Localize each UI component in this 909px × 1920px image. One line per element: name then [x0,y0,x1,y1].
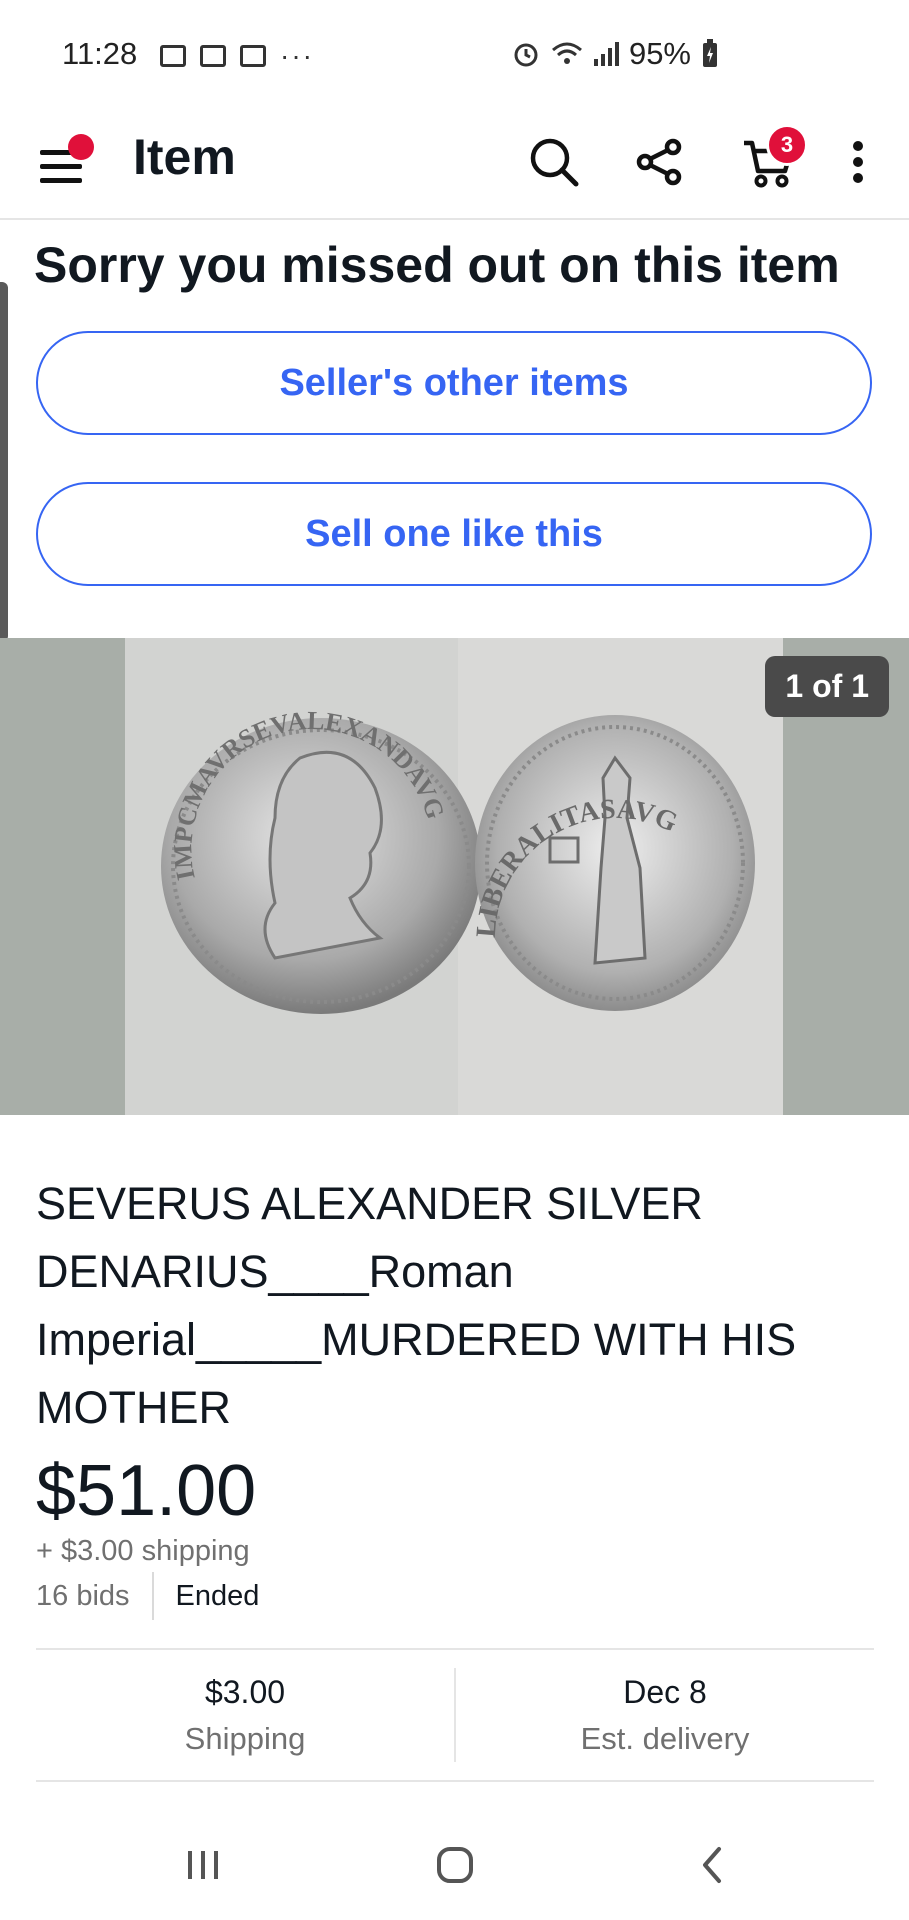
top-app-bar: Item 3 [0,110,909,220]
delivery-cell[interactable]: Dec 8 Est. delivery [456,1650,874,1780]
shipping-label: Shipping [184,1720,306,1756]
item-image-gallery[interactable]: IMPCMAVRSEVALEXANDAVG LIBERALITASAVG 1 o… [0,638,909,1115]
sellers-other-items-button[interactable]: Seller's other items [36,331,872,435]
bids-status-row: 16 bids Ended [36,1572,259,1620]
menu-icon-line [40,178,82,183]
battery-percent: 95% [628,36,691,71]
status-time: 11:28 [62,36,138,71]
gallery-icon [200,45,226,67]
cart-button[interactable]: 3 [736,124,808,194]
overflow-menu-button[interactable] [828,130,888,194]
screen-cast-icon [240,45,266,67]
home-icon [437,1847,473,1883]
alarm-icon [514,43,538,67]
search-icon [530,138,579,187]
edge-panel-handle[interactable] [0,282,8,642]
shipping-cell[interactable]: $3.00 Shipping [36,1650,454,1780]
notification-dot [68,134,94,160]
overflow-menu-icon [853,141,863,183]
coin-photo: IMPCMAVRSEVALEXANDAVG LIBERALITASAVG [125,638,783,1115]
divider [151,1572,154,1620]
share-icon [636,138,682,186]
bid-count[interactable]: 16 bids [36,1580,130,1613]
share-button[interactable] [628,130,692,194]
shipping-cost: + $3.00 shipping [36,1535,250,1567]
menu-icon-line [40,164,82,169]
item-title: SEVERUS ALEXANDER SILVER DENARIUS____Rom… [36,1178,797,1433]
recent-apps-button[interactable] [163,1840,243,1890]
recent-apps-icon [188,1851,218,1879]
mail-icon [160,45,186,67]
shipping-delivery-summary: $3.00 Shipping Dec 8 Est. delivery [36,1648,874,1782]
signal-icon [593,42,619,66]
delivery-value: Dec 8 [623,1673,707,1710]
wifi-icon [551,42,582,64]
battery-charging-icon [703,39,717,67]
more-dots-icon: ··· [280,40,314,71]
status-right-icons: 95% [511,36,719,72]
back-button[interactable] [672,1840,752,1890]
coin-image: IMPCMAVRSEVALEXANDAVG LIBERALITASAVG [125,638,783,1115]
cart-count-badge: 3 [766,124,808,166]
sell-one-like-this-button[interactable]: Sell one like this [36,482,872,586]
menu-button[interactable] [34,132,98,196]
status-bar: 11:28 ··· 95% [0,0,909,110]
image-counter: 1 of 1 [765,656,889,717]
shipping-value: $3.00 [204,1673,286,1710]
item-price: $51.00 [36,1451,257,1531]
search-button[interactable] [522,130,586,194]
system-nav-bar [0,1810,909,1920]
home-button[interactable] [415,1840,495,1890]
listing-status: Ended [175,1579,260,1612]
page-title: Item [133,129,236,185]
status-left-icons: ··· [160,40,314,72]
delivery-label: Est. delivery [580,1720,750,1756]
missed-out-heading: Sorry you missed out on this item [34,237,840,293]
back-icon [703,1847,721,1883]
